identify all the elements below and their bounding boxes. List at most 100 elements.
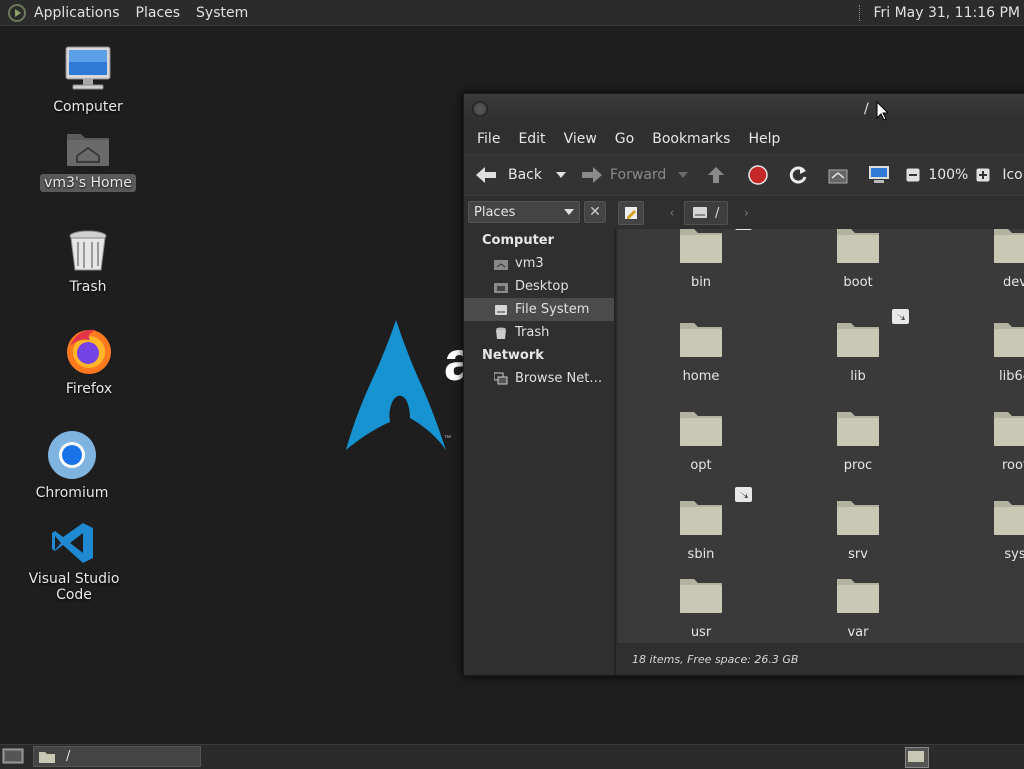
file-item-proc[interactable]: proc	[798, 408, 918, 473]
places-menu[interactable]: Places	[128, 5, 189, 21]
folder-icon	[680, 323, 722, 357]
mouse-cursor-icon	[876, 101, 888, 121]
file-item-root[interactable]: root	[955, 408, 1024, 473]
path-scroll-right[interactable]: ›	[738, 202, 754, 224]
desktop-icon-vscode[interactable]: Visual Studio Code	[9, 520, 139, 604]
pencil-icon	[625, 207, 637, 219]
desktop-icon-computer[interactable]: Computer	[23, 44, 153, 116]
window-title: /	[864, 101, 869, 117]
edit-location-button[interactable]	[618, 201, 644, 225]
close-sidebar-button[interactable]: ✕	[584, 201, 606, 223]
file-name: home	[682, 369, 720, 384]
workspace-switcher[interactable]	[905, 747, 929, 768]
desktop-icon-trash[interactable]: Trash	[23, 228, 153, 296]
desktop-icon-home[interactable]: vm3's Home	[23, 128, 153, 192]
desktop-icon-label: Firefox	[65, 381, 113, 397]
system-menu[interactable]: System	[188, 5, 256, 21]
desktop-icon-label: Trash	[69, 279, 107, 295]
sidebar-item-file-system[interactable]: File System	[464, 298, 614, 321]
path-crumb-root[interactable]: /	[684, 201, 729, 225]
sidebar-item-label: Browse Net…	[515, 371, 603, 386]
file-name: lib64	[998, 369, 1024, 384]
sidebar-item-vm3[interactable]: vm3	[464, 252, 614, 275]
file-item-bin[interactable]: bin	[641, 229, 761, 290]
file-name: dev	[1003, 275, 1024, 290]
chromium-icon	[48, 431, 96, 479]
file-item-var[interactable]: var	[798, 575, 918, 640]
file-item-home[interactable]: home	[641, 319, 761, 384]
file-name: sys	[1004, 547, 1024, 562]
folder-icon	[680, 579, 722, 613]
file-item-srv[interactable]: srv	[798, 497, 918, 562]
forward-label: Forward	[610, 167, 667, 183]
svg-text:™: ™	[444, 435, 451, 442]
view-mode-select[interactable]: Icon	[1002, 167, 1024, 183]
file-item-opt[interactable]: opt	[641, 408, 761, 473]
folder-icon	[837, 323, 879, 357]
file-name: sbin	[687, 547, 715, 562]
home-button[interactable]	[828, 166, 848, 184]
zoom-out-button[interactable]	[906, 168, 920, 182]
file-item-dev[interactable]: dev	[955, 229, 1024, 290]
desktop-icon-chromium[interactable]: Chromium	[7, 430, 137, 502]
chevron-down-icon	[678, 172, 689, 178]
file-view[interactable]: bin boot dev home lib lib64 opt proc root sbin srv…	[618, 229, 1024, 643]
up-button[interactable]	[706, 165, 726, 185]
file-name: root	[1001, 458, 1024, 473]
show-desktop-button[interactable]	[2, 747, 24, 765]
menu-go[interactable]: Go	[606, 131, 643, 147]
desktop-icon-label: vm3's Home	[40, 174, 136, 192]
forward-history-dropdown[interactable]	[678, 172, 689, 178]
sidebar-heading-network: Network	[482, 348, 544, 363]
top-panel: Applications Places System Fri May 31, 1…	[0, 0, 1024, 26]
path-scroll-left[interactable]: ‹	[664, 202, 680, 224]
taskbar-item-file-manager[interactable]: /	[33, 746, 201, 767]
zoom-in-button[interactable]	[976, 168, 990, 182]
file-item-boot[interactable]: boot	[798, 229, 918, 290]
folder-icon	[837, 229, 879, 263]
back-history-dropdown[interactable]	[556, 172, 566, 178]
titlebar[interactable]: /	[464, 94, 1024, 124]
chevron-down-icon	[564, 209, 574, 215]
file-name: boot	[843, 275, 873, 290]
trash-icon	[69, 230, 107, 271]
gnome-foot-icon[interactable]	[8, 3, 26, 22]
forward-button[interactable]: Forward	[580, 165, 666, 185]
file-name: opt	[690, 458, 712, 473]
file-item-lib64[interactable]: lib64	[955, 319, 1024, 384]
desktop-icon-label: Chromium	[35, 485, 109, 501]
back-button[interactable]: Back	[474, 165, 542, 185]
menu-edit[interactable]: Edit	[509, 131, 554, 147]
desktop-icon-firefox[interactable]: Firefox	[24, 326, 154, 398]
clock[interactable]: Fri May 31, 11:16 PM	[873, 5, 1020, 21]
folder-icon	[837, 412, 879, 446]
applications-menu[interactable]: Applications	[26, 5, 128, 21]
menu-bookmarks[interactable]: Bookmarks	[643, 131, 739, 147]
file-manager-window: / File Edit View Go Bookmarks Help Back …	[463, 93, 1024, 676]
sidebar-item-browse-network[interactable]: Browse Net…	[464, 367, 614, 390]
computer-button[interactable]	[868, 165, 890, 185]
window-menu-button[interactable]	[472, 101, 488, 117]
sidebar-splitter[interactable]	[614, 229, 616, 675]
reload-button[interactable]	[788, 165, 808, 185]
zoom-level[interactable]: 100%	[928, 167, 968, 183]
menu-file[interactable]: File	[468, 131, 509, 147]
sidebar-item-label: Trash	[515, 325, 550, 340]
sidebar-item-desktop[interactable]: Desktop	[464, 275, 614, 298]
file-item-lib[interactable]: lib	[798, 309, 918, 384]
sidebar-item-trash[interactable]: Trash	[464, 321, 614, 344]
drive-icon	[495, 304, 507, 315]
file-name: var	[847, 625, 869, 640]
menu-view[interactable]: View	[555, 131, 606, 147]
stop-button[interactable]	[748, 165, 769, 185]
home-folder-icon	[67, 134, 109, 166]
file-item-usr[interactable]: usr	[641, 575, 761, 640]
sidebar-type-select[interactable]: Places	[468, 201, 580, 223]
reload-icon	[790, 166, 807, 184]
menu-help[interactable]: Help	[739, 131, 789, 147]
network-icon	[494, 372, 508, 384]
up-arrow-icon	[708, 167, 725, 183]
file-item-sys[interactable]: sys	[955, 497, 1024, 562]
file-item-sbin[interactable]: sbin	[641, 487, 761, 562]
sidebar-header: Places ✕	[468, 201, 612, 223]
